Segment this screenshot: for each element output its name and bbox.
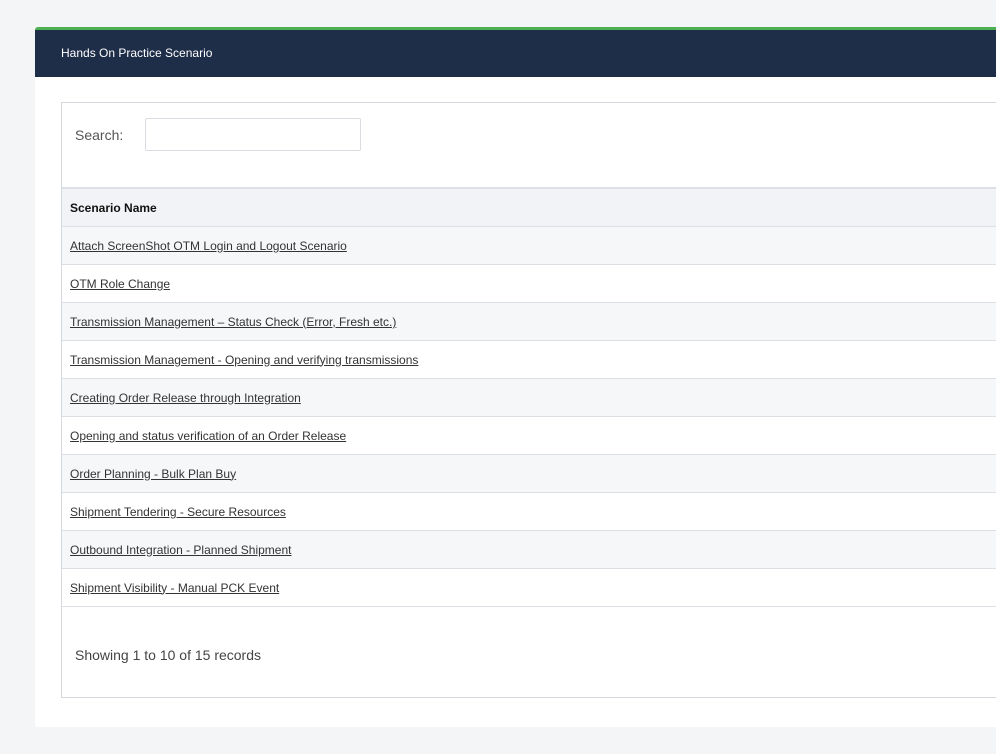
- scenario-link[interactable]: Outbound Integration - Planned Shipment: [70, 543, 291, 557]
- table-row: Transmission Management – Status Check (…: [62, 302, 996, 341]
- scenario-link[interactable]: OTM Role Change: [70, 277, 170, 291]
- panel-title: Hands On Practice Scenario: [35, 30, 996, 77]
- scenario-link[interactable]: Transmission Management - Opening and ve…: [70, 353, 418, 367]
- table-row: Attach ScreenShot OTM Login and Logout S…: [62, 226, 996, 265]
- table-row: OTM Role Change: [62, 264, 996, 303]
- table-row: Creating Order Release through Integrati…: [62, 378, 996, 417]
- scenario-table-container: Search: Scenario Name Attach ScreenShot …: [61, 102, 996, 698]
- table-cell: Order Planning - Bulk Plan Buy: [62, 454, 996, 493]
- records-info: Showing 1 to 10 of 15 records: [75, 647, 262, 663]
- scenario-link[interactable]: Shipment Tendering - Secure Resources: [70, 505, 286, 519]
- table-row: Outbound Integration - Planned Shipment: [62, 530, 996, 569]
- scenario-link[interactable]: Attach ScreenShot OTM Login and Logout S…: [70, 239, 347, 253]
- scenario-link[interactable]: Order Planning - Bulk Plan Buy: [70, 467, 236, 481]
- search-input[interactable]: [145, 118, 361, 151]
- scenario-link[interactable]: Creating Order Release through Integrati…: [70, 391, 301, 405]
- search-label: Search:: [75, 127, 124, 143]
- table-row: Order Planning - Bulk Plan Buy: [62, 454, 996, 493]
- table-cell: Attach ScreenShot OTM Login and Logout S…: [62, 226, 996, 265]
- table-cell: Transmission Management - Opening and ve…: [62, 340, 996, 379]
- table-cell: Opening and status verification of an Or…: [62, 416, 996, 455]
- column-header-scenario-name[interactable]: Scenario Name: [62, 189, 996, 227]
- scenario-link[interactable]: Shipment Visibility - Manual PCK Event: [70, 581, 279, 595]
- scenario-panel: Hands On Practice Scenario Search: Scena…: [35, 27, 996, 727]
- table-cell: Outbound Integration - Planned Shipment: [62, 530, 996, 569]
- scenario-table: Scenario Name Attach ScreenShot OTM Logi…: [62, 189, 996, 607]
- scenario-link[interactable]: Opening and status verification of an Or…: [70, 429, 346, 443]
- table-row: Shipment Visibility - Manual PCK Event: [62, 568, 996, 607]
- table-cell: Creating Order Release through Integrati…: [62, 378, 996, 417]
- search-bar: Search:: [62, 103, 996, 189]
- table-cell: Shipment Tendering - Secure Resources: [62, 492, 996, 531]
- table-cell: Shipment Visibility - Manual PCK Event: [62, 568, 996, 607]
- table-cell: Transmission Management – Status Check (…: [62, 302, 996, 341]
- table-cell: OTM Role Change: [62, 264, 996, 303]
- table-row: Shipment Tendering - Secure Resources: [62, 492, 996, 531]
- scenario-link[interactable]: Transmission Management – Status Check (…: [70, 315, 396, 329]
- table-header-row: Scenario Name: [62, 189, 996, 227]
- table-row: Opening and status verification of an Or…: [62, 416, 996, 455]
- table-row: Transmission Management - Opening and ve…: [62, 340, 996, 379]
